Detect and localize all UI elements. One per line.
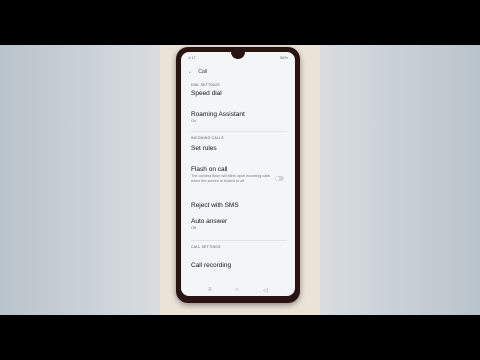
letterbox-bottom	[0, 315, 480, 360]
home-icon[interactable]: ○	[235, 287, 239, 293]
reject-with-sms-item[interactable]: Reject with SMS	[191, 202, 239, 209]
section-call-settings: CALL SETTINGS	[191, 245, 221, 249]
app-bar: ← Call	[188, 69, 207, 75]
blurred-right-panel	[320, 45, 480, 315]
speed-dial-item[interactable]: Speed dial	[191, 90, 222, 97]
video-frame: 1:17 56% ← Call DIAL SETTINGS Speed dial…	[0, 45, 480, 315]
page-title: Call	[198, 69, 208, 75]
status-time: 1:17	[188, 55, 196, 60]
phone-screen: 1:17 56% ← Call DIAL SETTINGS Speed dial…	[181, 52, 295, 296]
recents-icon[interactable]: ≡	[208, 287, 212, 293]
set-rules-item[interactable]: Set rules	[191, 145, 217, 152]
navigation-bar: ≡ ○ ◁	[181, 286, 295, 296]
divider	[191, 131, 287, 132]
nav-back-icon[interactable]: ◁	[263, 287, 268, 294]
section-incoming-calls: INCOMING CALLS	[191, 136, 224, 140]
back-arrow-icon[interactable]: ←	[188, 69, 193, 75]
camera-notch	[231, 52, 245, 59]
auto-answer-value: Off	[191, 226, 196, 230]
auto-answer-item[interactable]: Auto answer	[191, 218, 227, 225]
letterbox-top	[0, 0, 480, 45]
roaming-assistant-item[interactable]: Roaming Assistant	[191, 111, 245, 118]
section-dial-settings: DIAL SETTINGS	[191, 83, 220, 87]
blurred-left-panel	[0, 45, 160, 315]
status-battery: 56%	[279, 55, 288, 60]
flash-on-call-toggle[interactable]	[275, 176, 284, 181]
flash-on-call-description: The camera flash will blink upon incomin…	[191, 174, 270, 183]
call-recording-item[interactable]: Call recording	[191, 262, 231, 269]
roaming-assistant-value: On	[191, 119, 197, 123]
phone: 1:17 56% ← Call DIAL SETTINGS Speed dial…	[176, 47, 300, 303]
divider	[191, 240, 287, 241]
flash-on-call-item[interactable]: Flash on call	[191, 166, 228, 173]
